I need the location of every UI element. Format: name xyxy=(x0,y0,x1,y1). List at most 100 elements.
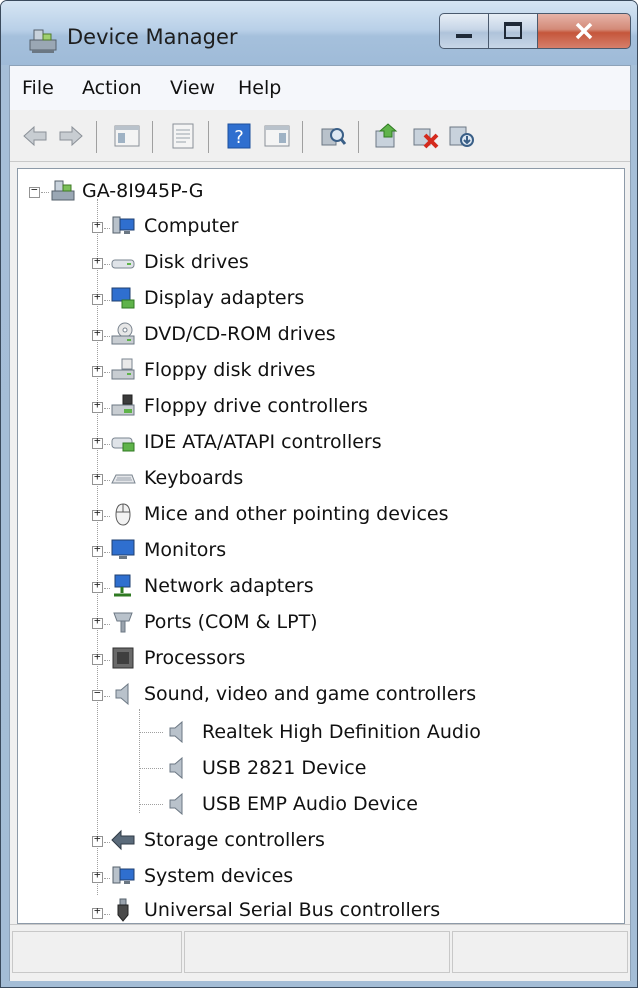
disk-drive-icon xyxy=(111,259,135,269)
tree-connector xyxy=(139,709,141,813)
status-pane-2 xyxy=(184,931,450,973)
tree-root-label: GA-8I945P-G xyxy=(82,180,204,202)
scan-hardware-icon xyxy=(321,128,347,146)
expand-toggle[interactable]: + xyxy=(92,833,103,847)
tree-item-label: USB EMP Audio Device xyxy=(202,793,418,815)
tree-connector xyxy=(104,552,110,554)
tree-connector xyxy=(104,264,110,266)
uninstall-device-button[interactable] xyxy=(446,121,476,151)
speaker-icon xyxy=(169,792,183,816)
usb-icon xyxy=(117,898,129,922)
floppy-controller-icon xyxy=(111,394,135,416)
tree-item-label: Display adapters xyxy=(144,287,305,309)
expand-toggle[interactable]: + xyxy=(92,579,103,593)
tree-item-label: IDE ATA/ATAPI controllers xyxy=(144,431,382,453)
expand-toggle[interactable]: + xyxy=(92,291,103,305)
expand-toggle[interactable]: + xyxy=(92,905,103,919)
tree-connector xyxy=(104,696,110,698)
close-button[interactable] xyxy=(537,13,631,49)
expand-toggle[interactable]: + xyxy=(92,363,103,377)
tree-item-label: Computer xyxy=(144,215,239,237)
tree-connector xyxy=(104,624,110,626)
ide-controller-icon xyxy=(111,437,135,452)
window-title: Device Manager xyxy=(67,25,238,49)
menu-file[interactable]: File xyxy=(22,77,54,99)
title-bar[interactable]: Device Manager xyxy=(1,1,637,65)
expand-toggle[interactable]: + xyxy=(92,399,103,413)
menu-view[interactable]: View xyxy=(170,77,215,99)
tree-connector xyxy=(139,768,163,770)
minimize-button[interactable] xyxy=(439,13,489,49)
expand-toggle[interactable]: + xyxy=(92,615,103,629)
floppy-drive-icon xyxy=(111,358,135,380)
show-hide-tree-button[interactable] xyxy=(112,121,142,151)
menu-help[interactable]: Help xyxy=(238,77,281,99)
speaker-icon xyxy=(115,682,129,706)
action-pane-button[interactable] xyxy=(262,121,292,151)
tree-item-label: Disk drives xyxy=(144,251,249,273)
status-pane-1 xyxy=(12,931,182,973)
tree-item-label: Realtek High Definition Audio xyxy=(202,721,481,743)
tree-connector xyxy=(104,336,110,338)
tree-item-label: Universal Serial Bus controllers xyxy=(144,899,441,921)
tree-connector xyxy=(104,228,110,230)
expand-toggle[interactable]: + xyxy=(92,507,103,521)
dvd-drive-icon xyxy=(111,322,135,345)
maximize-button[interactable] xyxy=(488,13,538,49)
expand-toggle[interactable]: + xyxy=(92,435,103,449)
speaker-icon xyxy=(169,756,183,780)
scan-hardware-button[interactable] xyxy=(318,121,348,151)
action-pane-icon xyxy=(264,125,290,147)
tree-connector xyxy=(104,516,110,518)
properties-icon xyxy=(172,123,194,149)
expand-toggle[interactable]: + xyxy=(92,543,103,557)
help-button[interactable]: ? xyxy=(224,121,254,151)
update-driver-button[interactable] xyxy=(372,121,402,151)
tree-item-label: Storage controllers xyxy=(144,829,325,851)
status-bar xyxy=(10,924,630,981)
menu-action[interactable]: Action xyxy=(82,77,142,99)
back-button[interactable] xyxy=(20,121,50,151)
tree-item-label: Ports (COM & LPT) xyxy=(144,611,318,633)
help-icon: ? xyxy=(227,123,251,149)
tree-connector xyxy=(104,914,110,916)
port-icon xyxy=(113,612,133,633)
tree-connector xyxy=(104,480,110,482)
expand-toggle[interactable]: + xyxy=(92,651,103,665)
tree-item-label: System devices xyxy=(144,865,294,887)
properties-button[interactable] xyxy=(168,121,198,151)
tree-item-label: Floppy disk drives xyxy=(144,359,316,381)
device-manager-window: Device Manager File Action View Help ? −… xyxy=(0,0,638,988)
show-hide-tree-icon xyxy=(114,125,140,147)
expand-toggle[interactable]: + xyxy=(92,255,103,269)
toolbar: ? xyxy=(10,111,630,162)
toolbar-separator xyxy=(96,121,97,153)
forward-button[interactable] xyxy=(56,121,86,151)
root-collapse-toggle[interactable]: − xyxy=(29,184,40,198)
tree-connector xyxy=(104,660,110,662)
tree-connector xyxy=(104,842,110,844)
tree-connector xyxy=(104,300,110,302)
expand-toggle[interactable]: + xyxy=(92,869,103,883)
expand-toggle[interactable]: + xyxy=(92,327,103,341)
tree-item-label: Sound, video and game controllers xyxy=(144,683,477,705)
computer-network-icon xyxy=(51,180,75,201)
tree-connector xyxy=(41,192,49,194)
storage-controller-icon xyxy=(111,829,135,851)
network-adapter-icon xyxy=(114,574,131,597)
toolbar-separator xyxy=(152,121,153,153)
disable-device-button[interactable] xyxy=(410,121,440,151)
svg-text:?: ? xyxy=(234,127,244,148)
tree-connector xyxy=(104,444,110,446)
speaker-icon xyxy=(169,720,183,744)
processor-icon xyxy=(112,647,134,669)
expand-toggle[interactable]: + xyxy=(92,219,103,233)
display-adapter-icon xyxy=(111,287,135,309)
device-manager-icon xyxy=(29,29,57,53)
tree-item-label: Monitors xyxy=(144,539,227,561)
caption-buttons xyxy=(439,13,631,51)
back-icon xyxy=(23,125,47,147)
collapse-toggle[interactable]: − xyxy=(92,687,103,701)
expand-toggle[interactable]: + xyxy=(92,471,103,485)
device-tree[interactable]: − GA-8I945P-G + Computer + Disk drives +… xyxy=(17,168,625,924)
